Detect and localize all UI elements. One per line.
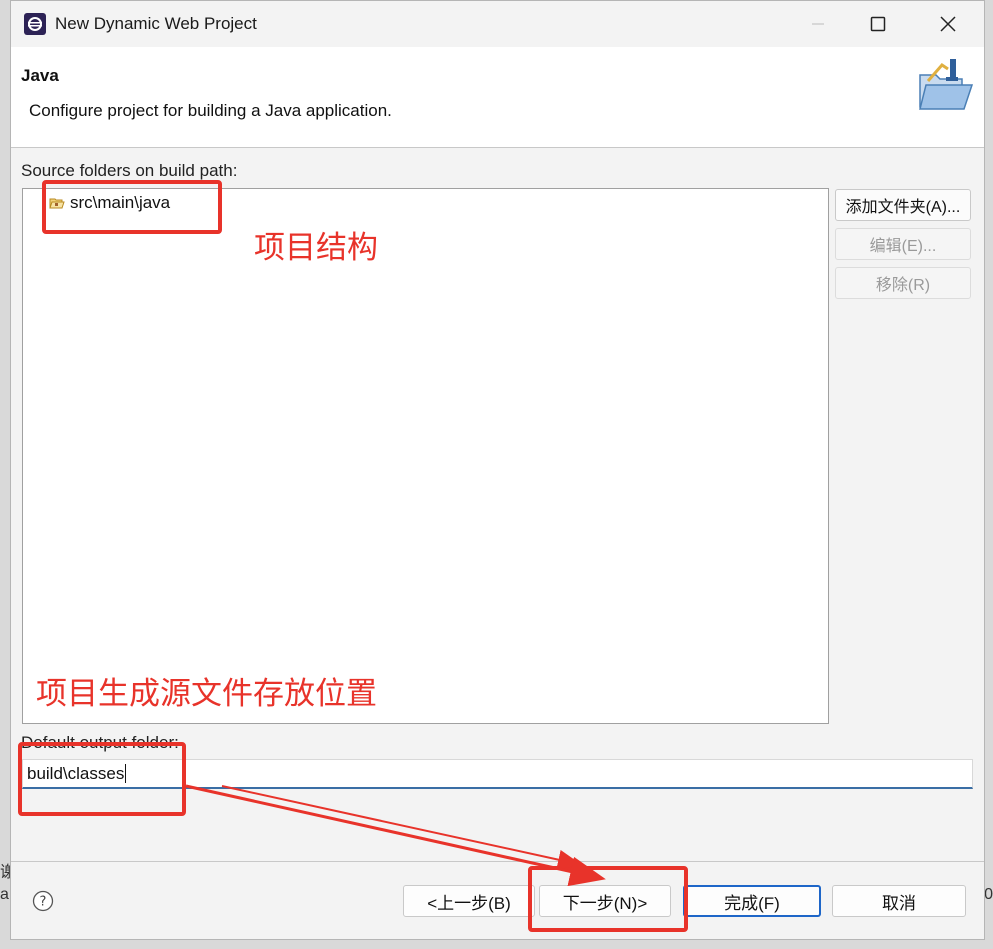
background-app-fragment: 0 [984,886,993,903]
annotation-box-source-folder [42,180,222,234]
minimize-icon [812,23,824,25]
wizard-header: Java Configure project for building a Ja… [11,47,984,148]
page-title: Java [21,66,59,85]
footer-separator [11,861,984,862]
close-icon [940,16,956,32]
help-icon[interactable]: ? [32,890,54,912]
source-folders-label: Source folders on build path: [21,161,238,180]
annotation-box-output-folder [18,742,186,816]
edit-button[interactable]: 编辑(E)... [835,228,971,260]
background-app-fragment: a [0,886,9,903]
add-folder-button[interactable]: 添加文件夹(A)... [835,189,971,221]
close-button[interactable] [928,9,968,39]
annotation-box-next-button [528,866,688,932]
page-description: Configure project for building a Java ap… [29,101,392,120]
minimize-button[interactable] [798,9,838,39]
maximize-button[interactable] [858,9,898,39]
annotation-output-location-label: 项目生成源文件存放位置 [36,676,377,712]
remove-button[interactable]: 移除(R) [835,267,971,299]
finish-button[interactable]: 完成(F) [683,885,821,917]
cancel-button[interactable]: 取消 [832,885,966,917]
window-title: New Dynamic Web Project [55,14,257,33]
eclipse-app-icon [24,13,46,35]
back-button[interactable]: <上一步(B) [403,885,535,917]
annotation-structure-label: 项目结构 [254,230,378,266]
title-bar[interactable]: New Dynamic Web Project [11,1,984,47]
source-folders-tree[interactable]: src\main\java [22,188,829,724]
svg-text:?: ? [40,895,47,910]
maximize-icon [870,16,886,32]
java-folder-banner-icon [919,59,974,110]
